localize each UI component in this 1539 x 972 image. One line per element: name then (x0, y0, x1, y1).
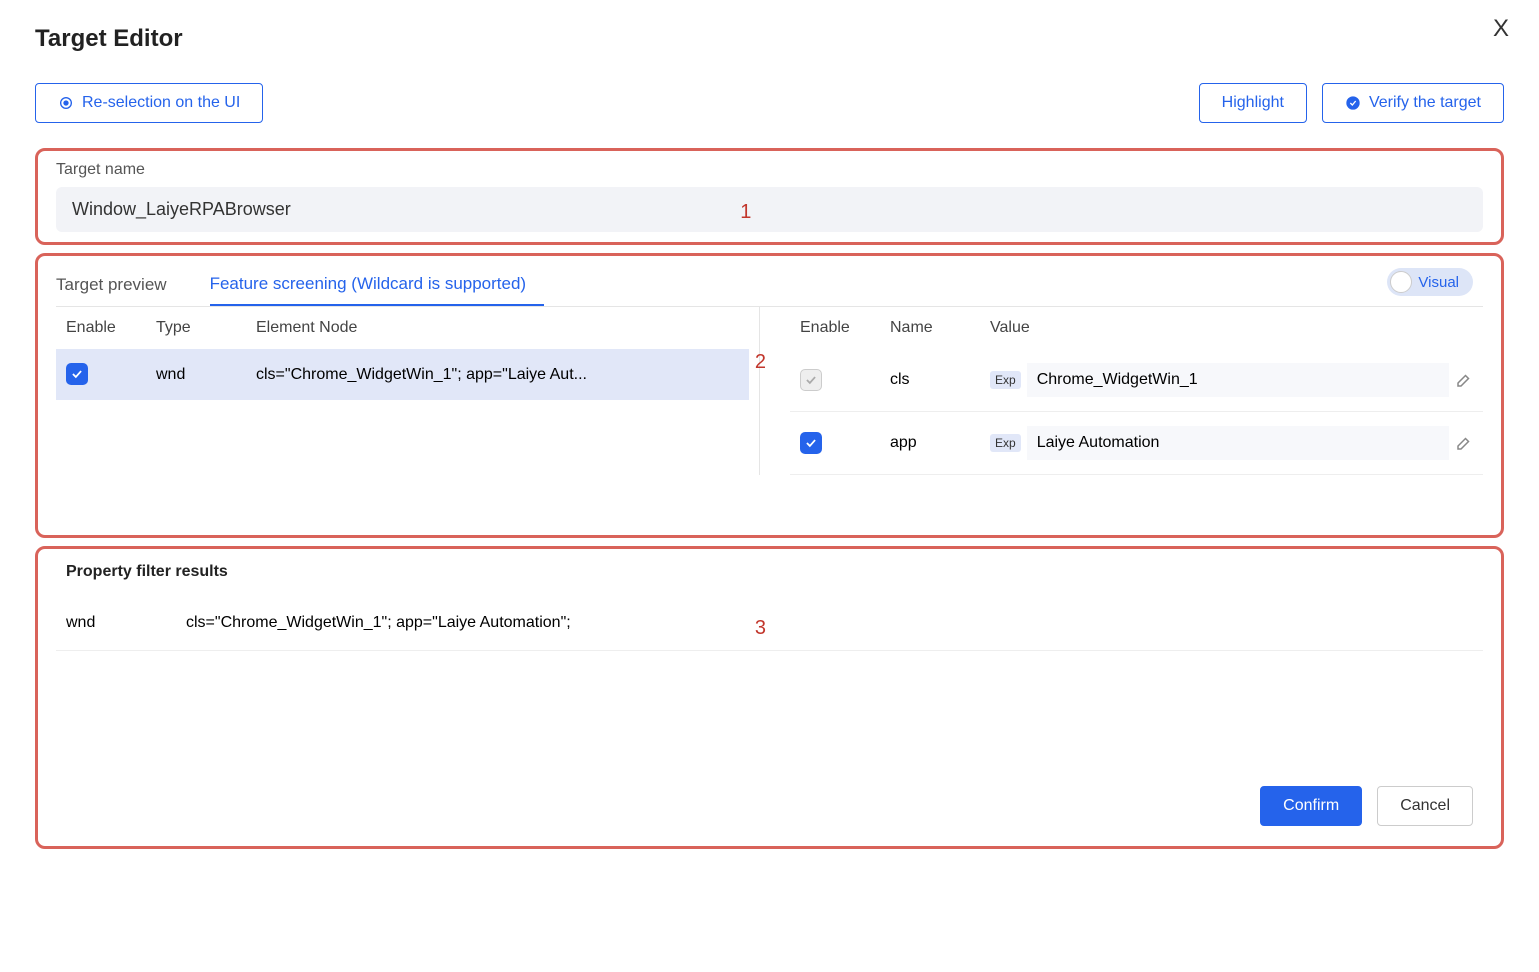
annotation-1: 1 (740, 201, 751, 224)
node-type: wnd (156, 366, 256, 384)
highlight-label: Highlight (1222, 94, 1284, 112)
element-node-panel: Enable Type Element Node wnd cls="Chrome… (56, 307, 760, 475)
verify-label: Verify the target (1369, 94, 1481, 112)
annotation-2: 2 (755, 351, 766, 374)
check-icon (804, 436, 818, 450)
result-row: wnd cls="Chrome_WidgetWin_1"; app="Laiye… (56, 596, 1483, 651)
target-name-label: Target name (56, 161, 1483, 179)
visual-label: Visual (1418, 274, 1459, 291)
check-icon (70, 367, 84, 381)
dialog-title: Target Editor (35, 25, 1504, 53)
toggle-knob (1390, 271, 1412, 293)
results-title: Property filter results (56, 559, 1483, 596)
header-name: Name (890, 319, 990, 337)
check-icon (804, 373, 818, 387)
property-filter-results-section: Property filter results wnd cls="Chrome_… (35, 546, 1504, 849)
enable-checkbox-app[interactable] (800, 432, 822, 454)
reselection-label: Re-selection on the UI (82, 94, 240, 112)
edit-icon[interactable] (1455, 434, 1473, 452)
tab-target-preview[interactable]: Target preview (56, 267, 185, 305)
node-value: cls="Chrome_WidgetWin_1"; app="Laiye Aut… (256, 366, 739, 384)
edit-icon[interactable] (1455, 371, 1473, 389)
reselection-button[interactable]: Re-selection on the UI (35, 83, 263, 123)
highlight-button[interactable]: Highlight (1199, 83, 1307, 123)
target-icon (58, 95, 74, 111)
header-enable2: Enable (800, 319, 890, 337)
prop-name-cls: cls (890, 371, 990, 389)
check-circle-icon (1345, 95, 1361, 111)
cancel-button[interactable]: Cancel (1377, 786, 1473, 826)
visual-toggle[interactable]: Visual (1387, 268, 1473, 296)
confirm-button[interactable]: Confirm (1260, 786, 1362, 826)
annotation-3: 3 (755, 617, 766, 640)
target-name-section: Target name 1 (35, 148, 1504, 245)
property-row-cls: cls Exp (790, 349, 1483, 412)
tabs-row: Target preview Feature screening (Wildca… (56, 266, 1483, 307)
dialog-footer: Confirm Cancel (56, 771, 1483, 831)
top-actions-bar: Re-selection on the UI Highlight Verify … (35, 83, 1504, 123)
target-editor-dialog: X Target Editor Re-selection on the UI H… (0, 0, 1539, 882)
enable-checkbox[interactable] (66, 363, 88, 385)
header-enable: Enable (66, 319, 156, 337)
property-row-app: app Exp (790, 412, 1483, 475)
exp-badge: Exp (990, 434, 1021, 452)
tab-feature-screening[interactable]: Feature screening (Wildcard is supported… (210, 266, 545, 306)
feature-screening-section: Target preview Feature screening (Wildca… (35, 253, 1504, 538)
result-type: wnd (66, 614, 186, 632)
prop-value-cls[interactable] (1027, 363, 1449, 397)
verify-button[interactable]: Verify the target (1322, 83, 1504, 123)
target-name-input[interactable] (56, 187, 1483, 232)
header-type: Type (156, 319, 256, 337)
element-node-row[interactable]: wnd cls="Chrome_WidgetWin_1"; app="Laiye… (56, 349, 749, 400)
header-element-node: Element Node (256, 319, 739, 337)
result-value: cls="Chrome_WidgetWin_1"; app="Laiye Aut… (186, 614, 1473, 632)
exp-badge: Exp (990, 371, 1021, 389)
prop-name-app: app (890, 434, 990, 452)
properties-panel: Enable Name Value cls Exp (760, 307, 1483, 475)
prop-value-app[interactable] (1027, 426, 1449, 460)
close-icon[interactable]: X (1493, 15, 1509, 43)
enable-checkbox-disabled (800, 369, 822, 391)
header-value: Value (990, 319, 1473, 337)
